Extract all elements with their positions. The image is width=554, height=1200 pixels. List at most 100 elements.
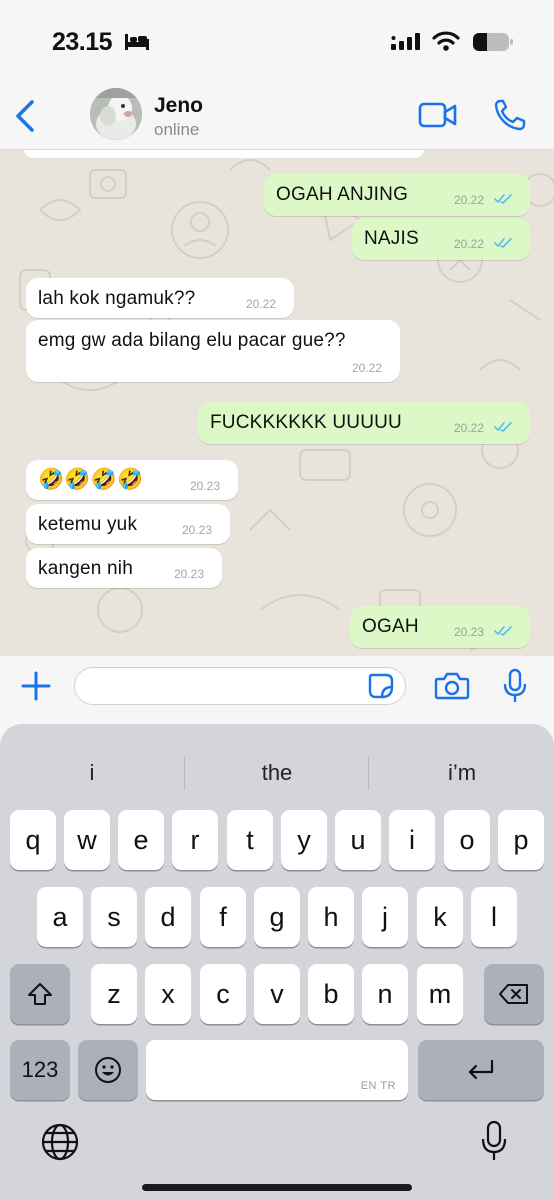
message-time: 20.23 <box>454 625 485 639</box>
camera-button[interactable] <box>434 671 470 706</box>
backspace-key[interactable] <box>484 964 544 1024</box>
message-text: ketemu yuk <box>38 514 138 535</box>
message-bubble-outgoing[interactable]: OGAH 20.23 <box>350 606 530 648</box>
key-l[interactable]: l <box>471 887 517 947</box>
read-receipt-icon <box>494 626 512 636</box>
message-text: 🤣🤣🤣🤣 <box>38 468 144 491</box>
voice-message-button[interactable] <box>502 668 528 709</box>
globe-button[interactable] <box>40 1122 80 1167</box>
message-time: 20.23 <box>174 567 205 581</box>
read-receipt-icon <box>494 422 512 432</box>
backspace-icon <box>499 984 528 1004</box>
message-text: OGAH ANJING <box>276 184 409 205</box>
contact-status: online <box>154 120 200 139</box>
space-key[interactable]: EN TR <box>146 1040 408 1100</box>
message-bubble-incoming[interactable]: ketemu yuk 20.23 <box>26 504 230 544</box>
phone-icon <box>494 99 526 131</box>
message-time: 20.22 <box>454 193 485 207</box>
key-n[interactable]: n <box>362 964 408 1024</box>
chevron-left-icon <box>16 100 34 132</box>
contact-name[interactable]: Jeno <box>154 94 203 118</box>
key-d[interactable]: d <box>145 887 191 947</box>
message-bubble-outgoing[interactable]: NAJIS 20.22 <box>352 218 530 260</box>
numbers-key[interactable]: 123 <box>10 1040 70 1100</box>
shift-key[interactable] <box>10 964 70 1024</box>
message-text: emg gw ada bilang elu pacar gue?? <box>38 330 346 351</box>
key-c[interactable]: c <box>200 964 246 1024</box>
message-bubble-outgoing[interactable]: FUCKKKKKK UUUUU 20.22 <box>198 402 530 444</box>
home-indicator <box>142 1184 412 1191</box>
key-m[interactable]: m <box>417 964 463 1024</box>
globe-icon <box>41 1123 79 1161</box>
attach-button[interactable] <box>20 670 52 707</box>
chat-area[interactable]: OGAH ANJING 20.22 NAJIS 20.22 lah kok ng… <box>0 150 554 656</box>
message-bubble-incoming[interactable]: emg gw ada bilang elu pacar gue?? 20.22 <box>26 320 400 382</box>
message-time: 20.23 <box>182 523 213 537</box>
message-text: kangen nih <box>38 558 133 579</box>
suggestion-divider <box>368 756 369 790</box>
key-q[interactable]: q <box>10 810 56 870</box>
key-b[interactable]: b <box>308 964 354 1024</box>
dictation-button[interactable] <box>480 1120 508 1167</box>
key-z[interactable]: z <box>91 964 137 1024</box>
key-t[interactable]: t <box>227 810 273 870</box>
battery-icon <box>472 31 514 58</box>
suggestion-1[interactable]: i <box>32 760 152 786</box>
key-p[interactable]: p <box>498 810 544 870</box>
suggestion-2[interactable]: the <box>217 760 337 786</box>
partial-message-bubble <box>24 150 424 158</box>
suggestion-divider <box>184 756 185 790</box>
message-time: 20.22 <box>454 237 485 251</box>
message-time: 20.22 <box>352 361 383 375</box>
message-text: FUCKKKKKK UUUUU <box>210 412 402 433</box>
dictation-microphone-icon <box>481 1120 507 1160</box>
key-f[interactable]: f <box>200 887 246 947</box>
wifi-icon <box>432 30 460 57</box>
key-v[interactable]: v <box>254 964 300 1024</box>
avatar[interactable] <box>90 88 142 140</box>
return-key[interactable] <box>418 1040 544 1100</box>
key-x[interactable]: x <box>145 964 191 1024</box>
microphone-icon <box>503 668 527 702</box>
sticker-button[interactable] <box>368 673 394 704</box>
chat-header: Jeno online <box>0 82 554 150</box>
signal-icon <box>390 32 424 57</box>
message-time: 20.22 <box>454 421 485 435</box>
video-call-button[interactable] <box>418 100 458 135</box>
key-i[interactable]: i <box>389 810 435 870</box>
message-text: NAJIS <box>364 228 419 249</box>
message-time: 20.22 <box>246 297 277 311</box>
keyboard: i the i’m q w e r t y u i o p a s d f g … <box>0 724 554 1200</box>
message-bubble-outgoing[interactable]: OGAH ANJING 20.22 <box>264 174 530 216</box>
message-text: lah kok ngamuk?? <box>38 288 196 309</box>
shift-icon <box>28 983 52 1005</box>
suggestion-3[interactable]: i’m <box>402 760 522 786</box>
space-key-label: EN TR <box>360 1080 396 1092</box>
key-y[interactable]: y <box>281 810 327 870</box>
message-time: 20.23 <box>190 479 221 493</box>
camera-icon <box>434 672 470 700</box>
key-k[interactable]: k <box>417 887 463 947</box>
key-u[interactable]: u <box>335 810 381 870</box>
key-g[interactable]: g <box>254 887 300 947</box>
read-receipt-icon <box>494 238 512 248</box>
plus-icon <box>21 671 51 701</box>
bed-icon <box>124 31 150 56</box>
key-s[interactable]: s <box>91 887 137 947</box>
message-bubble-incoming[interactable]: lah kok ngamuk?? 20.22 <box>26 278 294 318</box>
key-j[interactable]: j <box>362 887 408 947</box>
status-time: 23.15 <box>52 28 113 56</box>
message-bubble-incoming[interactable]: kangen nih 20.23 <box>26 548 222 588</box>
message-bubble-incoming[interactable]: 🤣🤣🤣🤣 20.23 <box>26 460 238 500</box>
voice-call-button[interactable] <box>494 98 526 137</box>
message-text: OGAH <box>362 616 419 637</box>
key-e[interactable]: e <box>118 810 164 870</box>
key-o[interactable]: o <box>444 810 490 870</box>
key-w[interactable]: w <box>64 810 110 870</box>
key-a[interactable]: a <box>37 887 83 947</box>
message-input[interactable] <box>74 667 406 705</box>
back-button[interactable] <box>10 96 38 136</box>
key-h[interactable]: h <box>308 887 354 947</box>
key-r[interactable]: r <box>172 810 218 870</box>
emoji-key[interactable] <box>78 1040 138 1100</box>
